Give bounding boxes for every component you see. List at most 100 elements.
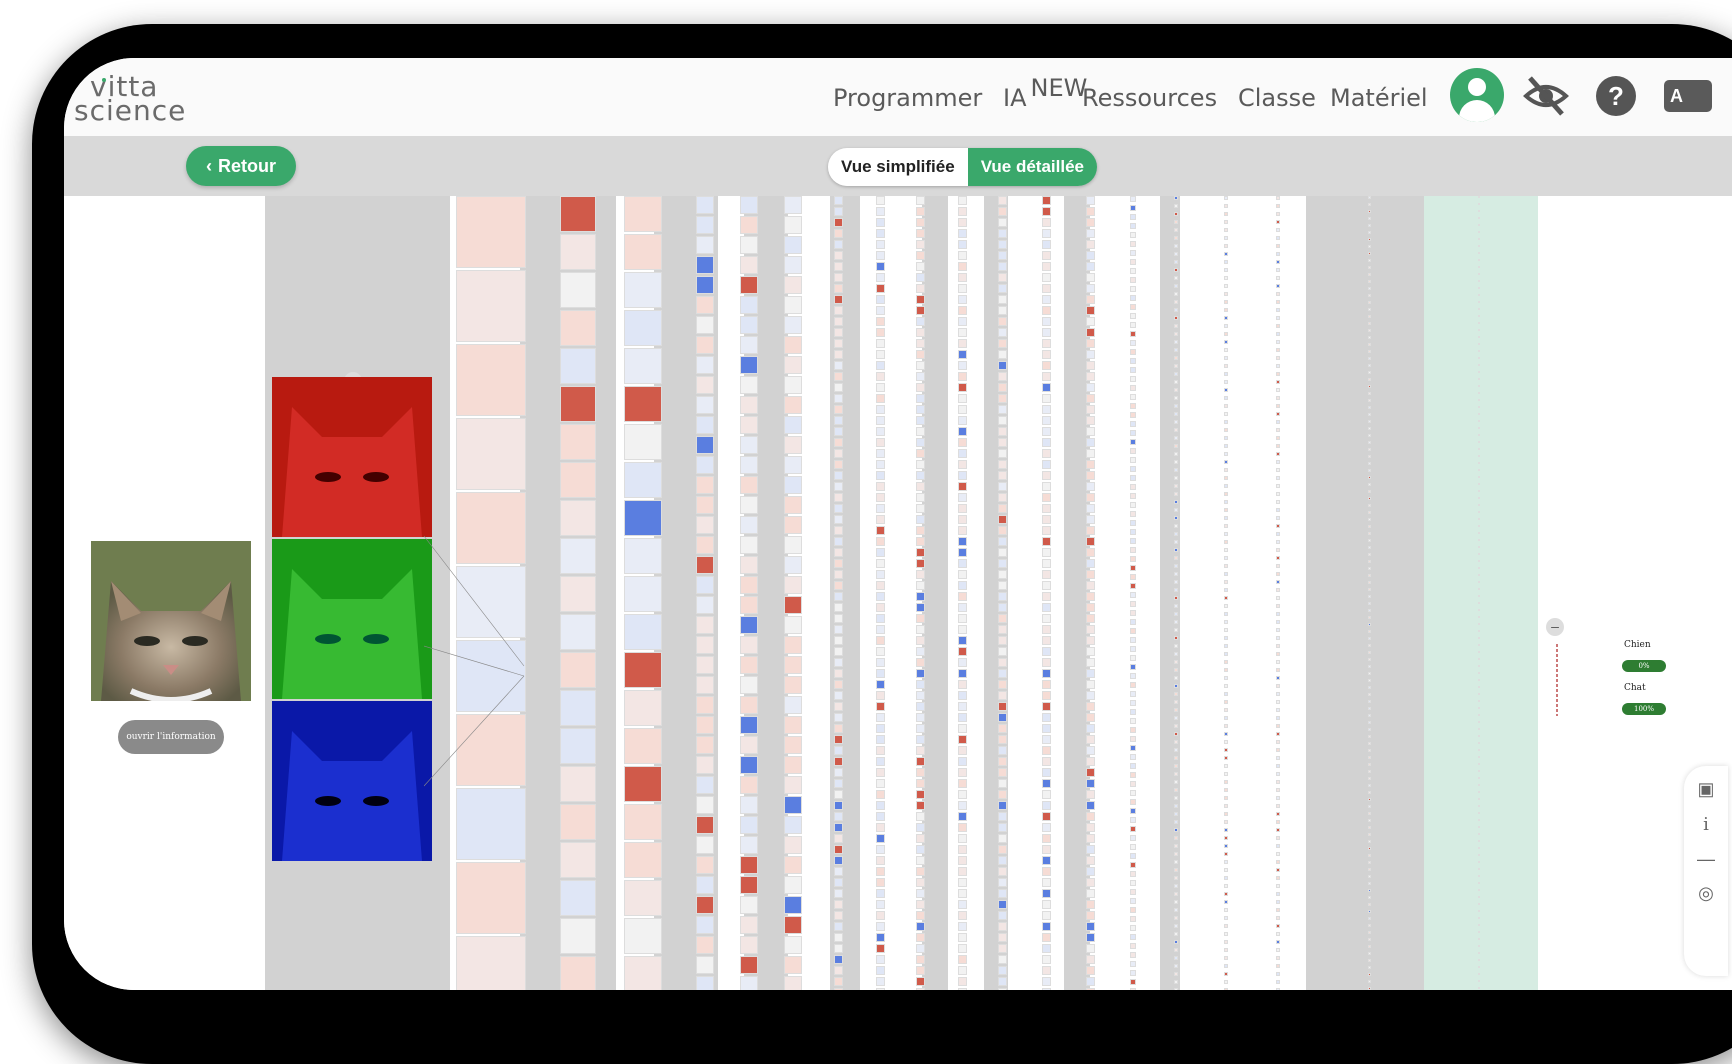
feature-map-cell	[876, 966, 885, 975]
feature-map-cell	[1224, 268, 1228, 272]
feature-map-cell	[1130, 583, 1136, 589]
feature-map-cell	[958, 625, 967, 634]
feature-map-cell	[834, 306, 843, 315]
feature-map-cell	[1086, 856, 1095, 865]
feature-map-cell	[916, 669, 925, 678]
feature-map-cell	[1130, 448, 1136, 454]
collapse-output-button[interactable]: –	[1546, 618, 1564, 636]
feature-map-cell	[1276, 684, 1280, 688]
feature-map-cell	[876, 691, 885, 700]
nav-item-ressources[interactable]: Ressources	[1082, 80, 1217, 116]
feature-map-cell	[1478, 420, 1480, 422]
network-canvas[interactable]: ouvrir l'information – –	[64, 196, 1732, 990]
feature-map-cell	[1086, 361, 1095, 370]
feature-map-cell	[696, 656, 714, 674]
feature-map-cell	[1042, 625, 1051, 634]
feature-map-cell	[1276, 396, 1280, 400]
info-icon[interactable]: i	[1684, 810, 1728, 840]
feature-map-cell	[1368, 364, 1371, 367]
view-simple-button[interactable]: Vue simplifiée	[828, 148, 968, 186]
feature-map-cell	[456, 936, 526, 990]
feature-map-cell	[998, 922, 1007, 931]
feature-map-cell	[1368, 574, 1371, 577]
feature-map-cell	[958, 647, 967, 656]
feature-map-cell	[1086, 284, 1095, 293]
translate-icon[interactable]: A	[1664, 80, 1712, 112]
feature-map-cell	[1042, 900, 1051, 909]
feature-map-cell	[1368, 385, 1371, 388]
feature-map-cell	[1368, 672, 1371, 675]
nav-item-materiel[interactable]: Matériel	[1330, 80, 1428, 116]
feature-map-cell	[1478, 693, 1480, 695]
feature-map-cell	[1478, 364, 1480, 366]
feature-map-cell	[916, 724, 925, 733]
feature-map-cell	[916, 889, 925, 898]
feature-map-cell	[1478, 931, 1480, 933]
feature-map-cell	[998, 416, 1007, 425]
recenter-icon[interactable]: ◎	[1684, 878, 1728, 908]
feature-map-cell	[1086, 768, 1095, 777]
feature-map-cell	[1130, 484, 1136, 490]
vittascience-logo[interactable]: vitta science	[72, 64, 192, 128]
feature-map-cell	[876, 933, 885, 942]
feature-map-cell	[998, 988, 1007, 990]
feature-map-cell	[834, 955, 843, 964]
zoom-out-icon[interactable]: —	[1684, 844, 1728, 874]
feature-map-cell	[876, 680, 885, 689]
feature-map-cell	[1368, 889, 1371, 892]
feature-map-cell	[1042, 614, 1051, 623]
feature-map-cell	[560, 462, 596, 498]
feature-map-cell	[740, 756, 758, 774]
feature-map-cell	[560, 386, 596, 422]
feature-map-cell	[876, 350, 885, 359]
eye-slash-icon[interactable]	[1522, 74, 1570, 118]
feature-map-cell	[1224, 580, 1228, 584]
nav-item-ia[interactable]: IA NEW	[1003, 74, 1087, 116]
feature-map-cell	[1224, 828, 1228, 832]
feature-map-cell	[1478, 742, 1480, 744]
feature-map-cell	[1174, 348, 1178, 352]
feature-map-cell	[696, 696, 714, 714]
feature-map-cell	[834, 944, 843, 953]
feature-map-cell	[1174, 748, 1178, 752]
feature-map-cell	[1174, 420, 1178, 424]
feature-map-cell	[916, 449, 925, 458]
feature-map-cell	[1276, 284, 1280, 288]
feature-map-cell	[1130, 907, 1136, 913]
help-icon[interactable]: ?	[1596, 76, 1636, 116]
feature-map-cell	[1224, 476, 1228, 480]
feature-map-cell	[1086, 966, 1095, 975]
back-button[interactable]: ‹ Retour	[186, 146, 296, 186]
feature-map-cell	[998, 955, 1007, 964]
user-avatar-icon[interactable]	[1450, 68, 1504, 122]
feature-map-cell	[916, 559, 925, 568]
feature-map-cell	[1276, 716, 1280, 720]
feature-map-cell	[958, 713, 967, 722]
feature-map-cell	[1224, 884, 1228, 888]
feature-map-cell	[916, 647, 925, 656]
feature-map-cell	[1368, 679, 1371, 682]
view-detailed-button[interactable]: Vue détaillée	[967, 148, 1097, 186]
open-info-button[interactable]: ouvrir l'information	[118, 720, 224, 754]
nav-item-classe[interactable]: Classe	[1238, 80, 1316, 116]
feature-map-cell	[1224, 908, 1228, 912]
feature-map-cell	[1478, 301, 1480, 303]
feature-map-cell	[958, 537, 967, 546]
feature-map-cell	[1478, 679, 1480, 681]
feature-map-cell	[1042, 328, 1051, 337]
feature-map-cell	[1086, 548, 1095, 557]
feature-map-cell	[1086, 207, 1095, 216]
camera-icon[interactable]: ▣	[1684, 774, 1728, 804]
feature-map-cell	[1224, 860, 1228, 864]
feature-map-cell	[876, 801, 885, 810]
nav-item-programmer[interactable]: Programmer	[833, 80, 982, 116]
feature-map-cell	[1042, 438, 1051, 447]
feature-map-cell	[696, 856, 714, 874]
feature-map-cell	[1174, 988, 1178, 990]
feature-map-cell	[998, 790, 1007, 799]
blue-channel-image[interactable]	[272, 701, 432, 861]
red-channel-image[interactable]	[272, 377, 432, 537]
feature-map-cell	[1042, 295, 1051, 304]
feature-map-cell	[696, 276, 714, 294]
green-channel-image[interactable]	[272, 539, 432, 699]
